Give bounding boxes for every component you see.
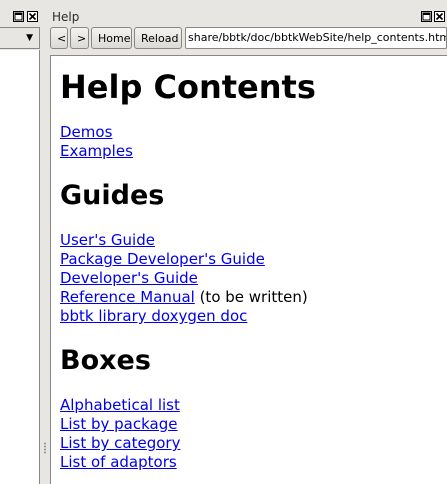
- page-title: Help Contents: [60, 68, 316, 106]
- link-reference-manual[interactable]: Reference Manual: [60, 288, 195, 306]
- list-item: Alphabetical list: [60, 396, 180, 415]
- forward-button[interactable]: >: [70, 27, 89, 49]
- restore-window-icon[interactable]: [13, 11, 24, 22]
- help-panel-title: Help: [52, 10, 80, 24]
- dropdown-arrow-icon: ▼: [26, 33, 33, 43]
- list-item: Developer's Guide: [60, 269, 198, 288]
- left-panel-content: [0, 50, 40, 484]
- section-heading-guides: Guides: [60, 180, 165, 211]
- list-item: bbtk library doxygen doc: [60, 307, 247, 326]
- list-item: List by category: [60, 434, 180, 453]
- splitter-grip-icon[interactable]: [44, 442, 46, 454]
- left-panel-titlebar: [0, 8, 42, 25]
- list-item: Reference Manual (to be written): [60, 288, 308, 307]
- help-toolbar: < > Home Reload share/bbtk/doc/bbtkWebSi…: [48, 27, 447, 51]
- link-examples[interactable]: Examples: [60, 142, 133, 160]
- left-panel: ▼: [0, 0, 42, 484]
- list-item: List by package: [60, 415, 177, 434]
- restore-window-icon[interactable]: [421, 11, 432, 22]
- list-item: List of adaptors: [60, 453, 177, 472]
- reference-manual-note: (to be written): [194, 288, 308, 306]
- link-doxygen-doc[interactable]: bbtk library doxygen doc: [60, 307, 247, 325]
- link-list-of-adaptors[interactable]: List of adaptors: [60, 453, 177, 471]
- list-item: Examples: [60, 142, 133, 161]
- back-button[interactable]: <: [50, 27, 68, 49]
- list-item: Demos: [60, 123, 112, 142]
- link-demos[interactable]: Demos: [60, 123, 112, 141]
- left-panel-dropdown[interactable]: ▼: [0, 27, 40, 49]
- help-panel: Help < > Home Reload share/bbtk/doc/bbtk…: [48, 0, 447, 484]
- list-item: Package Developer's Guide: [60, 250, 265, 269]
- close-icon[interactable]: [434, 11, 445, 22]
- home-button[interactable]: Home: [91, 27, 132, 49]
- reload-button[interactable]: Reload: [134, 27, 182, 49]
- link-users-guide[interactable]: User's Guide: [60, 231, 155, 249]
- link-package-developers-guide[interactable]: Package Developer's Guide: [60, 250, 265, 268]
- link-developers-guide[interactable]: Developer's Guide: [60, 269, 198, 287]
- url-field[interactable]: share/bbtk/doc/bbtkWebSite/help_contents…: [185, 27, 447, 49]
- section-heading-boxes: Boxes: [60, 345, 151, 376]
- link-list-by-package[interactable]: List by package: [60, 415, 177, 433]
- list-item: User's Guide: [60, 231, 155, 250]
- link-list-by-category[interactable]: List by category: [60, 434, 180, 452]
- link-alphabetical-list[interactable]: Alphabetical list: [60, 396, 180, 414]
- help-content-area: Help Contents Demos Examples Guides User…: [50, 55, 447, 484]
- close-icon[interactable]: [27, 11, 38, 22]
